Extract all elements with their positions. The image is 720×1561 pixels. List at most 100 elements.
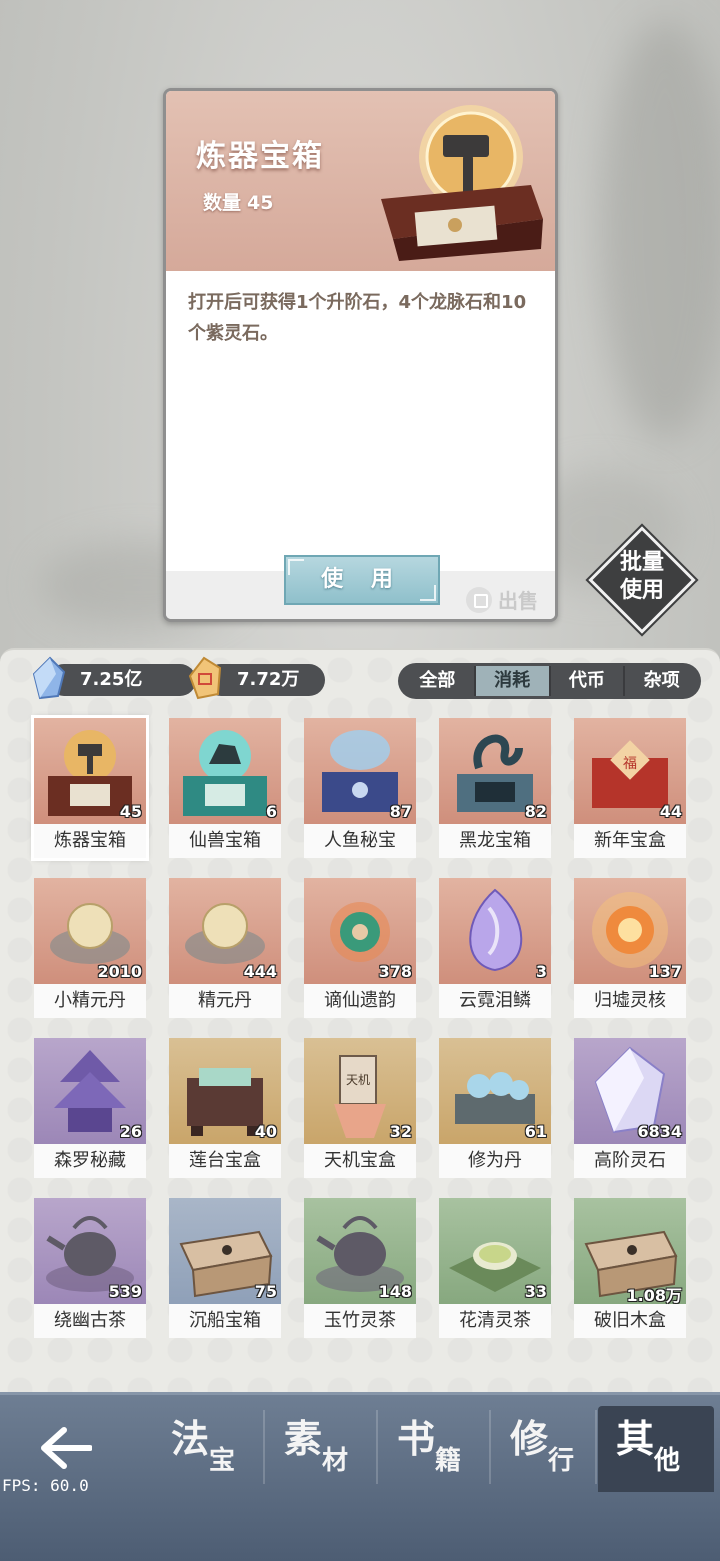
background-ink xyxy=(600,20,720,440)
sell-label: 出售 xyxy=(498,589,538,613)
tab-0[interactable]: 全部 xyxy=(401,666,476,696)
item-name: 炼器宝箱 xyxy=(54,830,126,851)
nav-tab-3[interactable]: 修行 xyxy=(492,1406,602,1492)
blue-crystal-icon xyxy=(32,656,66,700)
nav-tab-0[interactable]: 法宝 xyxy=(153,1406,263,1492)
nav-divider xyxy=(263,1410,265,1484)
item-count: 444 xyxy=(243,962,277,981)
spirit-stone-balance: 7.25亿 xyxy=(48,664,196,696)
item-count: 378 xyxy=(378,962,412,981)
nav-label-sub: 他 xyxy=(654,1446,681,1476)
nav-label-main: 法 xyxy=(171,1416,210,1461)
back-arrow-icon[interactable] xyxy=(40,1426,92,1470)
batch-use-line2: 使用 xyxy=(619,577,664,603)
item-slot[interactable]: 539 绕幽古茶 xyxy=(34,1198,146,1338)
item-slot[interactable]: 87 人鱼秘宝 xyxy=(304,718,416,858)
item-name: 沉船宝箱 xyxy=(189,1310,261,1331)
detail-quantity: 数量 45 xyxy=(197,188,273,215)
item-slot[interactable]: 444 精元丹 xyxy=(169,878,281,1018)
item-count: 44 xyxy=(659,802,682,821)
item-detail-card: 炼器宝箱 数量 45 打开后可获得1个升阶石，4个龙脉石和10个紫灵石。 使 用 … xyxy=(163,88,558,622)
nav-tab-2[interactable]: 书籍 xyxy=(379,1406,489,1492)
detail-title: 炼器宝箱 xyxy=(196,139,324,174)
item-slot[interactable]: 148 玉竹灵茶 xyxy=(304,1198,416,1338)
item-count: 45 xyxy=(119,802,142,821)
use-button[interactable]: 使 用 xyxy=(284,555,440,605)
fps-counter: FPS: 60.0 xyxy=(2,1476,89,1495)
item-slot[interactable]: 61 修为丹 xyxy=(439,1038,551,1178)
nav-tab-1[interactable]: 素材 xyxy=(266,1406,376,1492)
item-slot[interactable]: 1.08万破旧木盒 xyxy=(574,1198,686,1338)
item-count: 2010 xyxy=(97,962,142,981)
item-count: 40 xyxy=(254,1122,277,1141)
item-name: 森罗秘藏 xyxy=(54,1150,126,1171)
item-slot[interactable]: 26 森罗秘藏 xyxy=(34,1038,146,1178)
hammer-chest-icon xyxy=(381,105,543,261)
item-count: 61 xyxy=(524,1122,547,1141)
item-name: 归墟灵核 xyxy=(594,990,666,1011)
batch-use-label[interactable]: 批量 使用 xyxy=(604,548,680,604)
item-slot[interactable]: 137 归墟灵核 xyxy=(574,878,686,1018)
button-corner-ornament xyxy=(420,585,436,601)
item-slot[interactable]: 33 花清灵茶 xyxy=(439,1198,551,1338)
nav-divider xyxy=(595,1410,597,1484)
item-count: 6834 xyxy=(637,1122,682,1141)
item-slot[interactable]: 3 云霓泪鳞 xyxy=(439,878,551,1018)
item-slot[interactable]: 6 仙兽宝箱 xyxy=(169,718,281,858)
item-count: 1.08万 xyxy=(626,1286,682,1305)
batch-use-line1: 批量 xyxy=(619,549,664,575)
item-name: 绕幽古茶 xyxy=(54,1310,126,1331)
item-slot[interactable]: 40 莲台宝盒 xyxy=(169,1038,281,1178)
item-count: 33 xyxy=(524,1282,547,1301)
item-count: 32 xyxy=(389,1122,412,1141)
nav-tab-4[interactable]: 其他 xyxy=(598,1406,714,1492)
item-count: 3 xyxy=(535,962,547,981)
teardrop-scale-icon xyxy=(439,878,551,984)
button-corner-ornament xyxy=(288,559,304,575)
item-name: 人鱼秘宝 xyxy=(324,830,396,851)
item-name: 玉竹灵茶 xyxy=(324,1310,396,1331)
item-slot[interactable]: 福 44 新年宝盒 xyxy=(574,718,686,858)
item-name: 莲台宝盒 xyxy=(189,1150,261,1171)
item-count: 6 xyxy=(265,802,277,821)
item-slot[interactable]: 378 谪仙遗韵 xyxy=(304,878,416,1018)
item-name: 仙兽宝箱 xyxy=(189,830,261,851)
sell-icon xyxy=(466,586,492,613)
item-name: 云霓泪鳞 xyxy=(459,990,531,1011)
gold-crystal-icon xyxy=(188,656,222,700)
item-name: 花清灵茶 xyxy=(459,1310,531,1331)
sell-button[interactable]: 出售 xyxy=(466,585,538,614)
nav-label-main: 书 xyxy=(397,1416,436,1461)
item-slot[interactable]: 2010 小精元丹 xyxy=(34,878,146,1018)
item-slot[interactable]: 天机 32 天机宝盒 xyxy=(304,1038,416,1178)
item-slot[interactable]: 6834 高阶灵石 xyxy=(574,1038,686,1178)
item-slot[interactable]: 45 炼器宝箱 xyxy=(31,715,149,861)
item-name: 精元丹 xyxy=(198,990,252,1011)
nav-divider xyxy=(376,1410,378,1484)
nav-label-main: 素 xyxy=(284,1416,323,1461)
nav-label-main: 其 xyxy=(616,1416,655,1461)
nav-label-sub: 宝 xyxy=(209,1446,236,1476)
quantity-value: 45 xyxy=(247,192,274,214)
item-name: 天机宝盒 xyxy=(324,1150,396,1171)
item-name: 破旧木盒 xyxy=(594,1310,666,1331)
item-count: 137 xyxy=(648,962,682,981)
tab-1[interactable]: 消耗 xyxy=(475,666,551,696)
item-count: 82 xyxy=(524,802,547,821)
nav-label-sub: 籍 xyxy=(435,1446,462,1476)
tab-2[interactable]: 代币 xyxy=(551,666,626,696)
item-name: 小精元丹 xyxy=(54,990,126,1011)
item-slot[interactable]: 75 沉船宝箱 xyxy=(169,1198,281,1338)
quantity-label: 数量 xyxy=(203,192,242,214)
item-count: 87 xyxy=(389,802,412,821)
item-slot[interactable]: 82 黑龙宝箱 xyxy=(439,718,551,858)
nav-label-sub: 材 xyxy=(322,1446,349,1476)
item-name: 谪仙遗韵 xyxy=(324,990,396,1011)
nav-label-main: 修 xyxy=(510,1416,549,1461)
tab-3[interactable]: 杂项 xyxy=(625,666,698,696)
item-count: 148 xyxy=(378,1282,412,1301)
nav-label-sub: 行 xyxy=(548,1446,575,1476)
item-count: 75 xyxy=(254,1282,277,1301)
item-name: 黑龙宝箱 xyxy=(459,830,531,851)
nav-divider xyxy=(489,1410,491,1484)
